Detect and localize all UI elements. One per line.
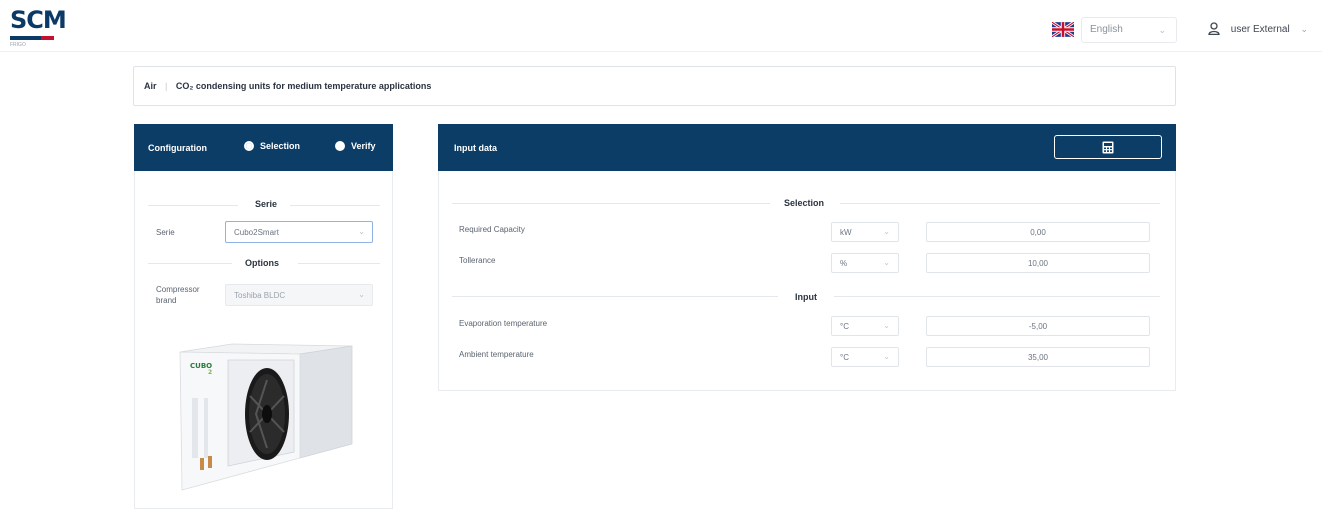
divider-line bbox=[452, 296, 778, 297]
calculate-button[interactable] bbox=[1054, 135, 1162, 159]
mode-selection-radio[interactable]: Selection bbox=[244, 141, 300, 151]
serie-select[interactable]: Cubo2Smart ⌄ bbox=[225, 221, 373, 243]
selection-section-title: Selection bbox=[784, 198, 825, 208]
tolerance-label: Tollerance bbox=[459, 256, 496, 265]
scm-logo[interactable]: SCM FRIGO bbox=[10, 6, 67, 48]
chevron-down-icon: ⌄ bbox=[1300, 24, 1309, 34]
serie-section-title: Serie bbox=[255, 199, 278, 209]
mode-selection-label: Selection bbox=[260, 141, 301, 151]
chevron-down-icon: ⌄ bbox=[358, 227, 365, 236]
compressor-brand-label: Compressor brand bbox=[156, 284, 200, 306]
serie-label: Serie bbox=[156, 228, 175, 237]
required-capacity-input[interactable]: 0,00 bbox=[926, 222, 1150, 242]
chevron-down-icon: ⌄ bbox=[883, 227, 890, 236]
chevron-down-icon: ⌄ bbox=[883, 258, 890, 267]
unit-value: °C bbox=[840, 322, 849, 331]
chevron-down-icon: ⌄ bbox=[883, 352, 890, 361]
logo-tagline: FRIGO bbox=[10, 42, 26, 48]
mode-verify-label: Verify bbox=[351, 141, 376, 151]
logo-text: SCM bbox=[10, 6, 67, 34]
svg-text:2: 2 bbox=[208, 369, 212, 376]
top-header: SCM FRIGO English ⌄ user External ⌄ bbox=[0, 0, 1322, 52]
uk-flag-icon bbox=[1052, 22, 1074, 37]
user-name: user External bbox=[1230, 24, 1290, 35]
evaporation-temperature-input[interactable]: -5,00 bbox=[926, 316, 1150, 336]
tolerance-unit-select[interactable]: % ⌄ bbox=[831, 253, 899, 273]
chevron-down-icon: ⌄ bbox=[1158, 25, 1166, 35]
required-capacity-label: Required Capacity bbox=[459, 225, 525, 234]
required-capacity-unit-select[interactable]: kW ⌄ bbox=[831, 222, 899, 242]
condensing-unit-image: CUBO 2 bbox=[179, 343, 353, 491]
radio-checked-icon bbox=[244, 141, 254, 151]
tolerance-input[interactable]: 10,00 bbox=[926, 253, 1150, 273]
ambient-temperature-input[interactable]: 35,00 bbox=[926, 347, 1150, 367]
language-select[interactable]: English ⌄ bbox=[1081, 17, 1177, 43]
configuration-title: Configuration bbox=[148, 143, 207, 153]
chevron-down-icon: ⌄ bbox=[883, 321, 890, 330]
input-section-title: Input bbox=[795, 292, 817, 302]
breadcrumb-root[interactable]: Air bbox=[144, 81, 157, 91]
compressor-brand-select[interactable]: Toshiba BLDC ⌄ bbox=[225, 284, 373, 306]
unit-value: % bbox=[840, 259, 848, 268]
options-section-title: Options bbox=[245, 258, 279, 268]
unit-value: °C bbox=[840, 353, 849, 362]
compressor-brand-value: Toshiba BLDC bbox=[234, 291, 286, 300]
logo-stripe bbox=[10, 36, 54, 40]
divider-line bbox=[840, 203, 1160, 204]
input-data-title: Input data bbox=[454, 143, 497, 153]
divider-line bbox=[148, 205, 238, 206]
language-value: English bbox=[1090, 24, 1123, 35]
breadcrumb-current: CO₂ condensing units for medium temperat… bbox=[175, 81, 432, 91]
input-data-header: Input data bbox=[438, 124, 1176, 171]
unit-value: kW bbox=[840, 228, 852, 237]
divider-line bbox=[452, 203, 770, 204]
ambient-temperature-unit-select[interactable]: °C ⌄ bbox=[831, 347, 899, 367]
breadcrumb-separator: | bbox=[165, 81, 168, 91]
mode-verify-radio[interactable]: Verify bbox=[335, 141, 376, 151]
radio-unchecked-icon bbox=[335, 141, 345, 151]
user-icon bbox=[1208, 22, 1220, 35]
ambient-temperature-label: Ambient temperature bbox=[459, 350, 534, 359]
configuration-header: Configuration Selection Verify bbox=[134, 124, 393, 171]
evaporation-temperature-label: Evaporation temperature bbox=[459, 319, 548, 328]
divider-line bbox=[148, 263, 232, 264]
breadcrumb: Air | CO₂ condensing units for medium te… bbox=[133, 66, 1176, 106]
chevron-down-icon: ⌄ bbox=[358, 290, 365, 299]
compressor-label-line2: brand bbox=[156, 296, 177, 305]
evaporation-temperature-unit-select[interactable]: °C ⌄ bbox=[831, 316, 899, 336]
divider-line bbox=[290, 205, 380, 206]
serie-value: Cubo2Smart bbox=[234, 228, 279, 237]
calculator-icon bbox=[1102, 141, 1114, 153]
compressor-label-line1: Compressor bbox=[156, 285, 200, 294]
divider-line bbox=[298, 263, 380, 264]
user-menu[interactable]: user External ⌄ bbox=[1208, 22, 1308, 35]
divider-line bbox=[834, 296, 1160, 297]
